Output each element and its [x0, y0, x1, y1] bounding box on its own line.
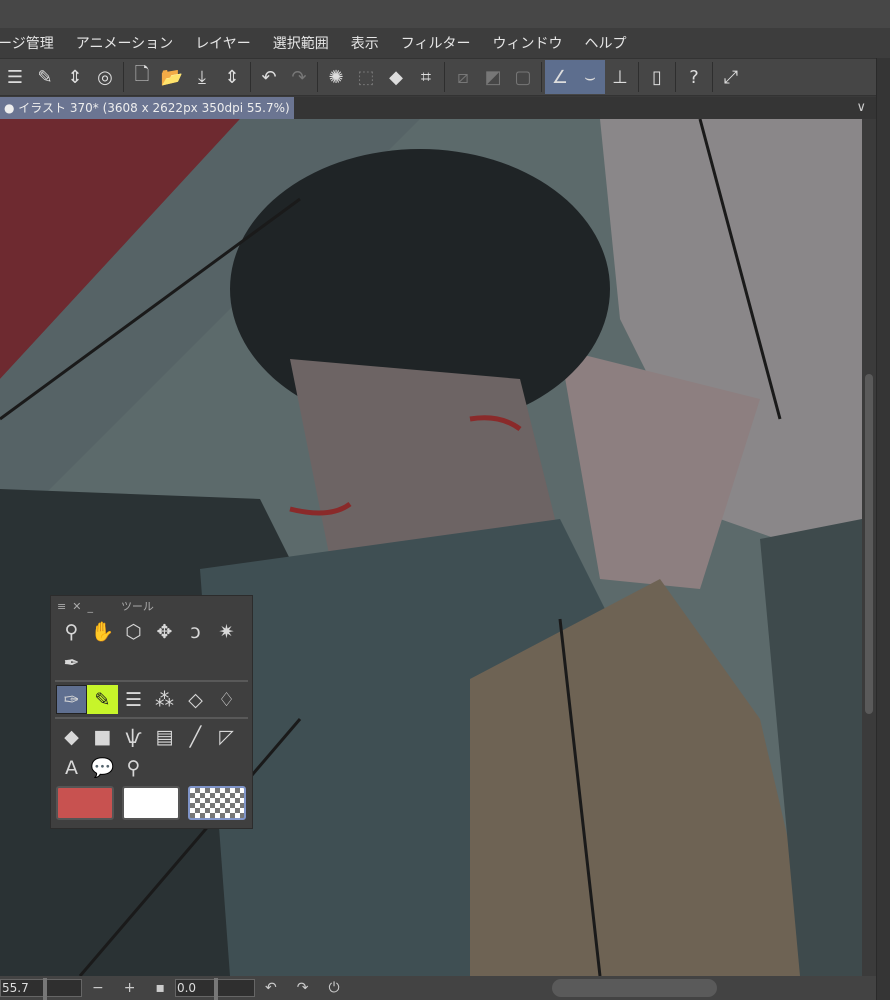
hand-tool-icon[interactable]: ✋	[87, 617, 118, 646]
edit-icon[interactable]: ✎	[30, 60, 60, 94]
selection-border-icon[interactable]: ▢	[508, 60, 538, 94]
illustration	[0, 119, 862, 976]
gradient-icon[interactable]: ■	[87, 722, 118, 751]
invert-selection-icon[interactable]: ◩	[478, 60, 508, 94]
menu-layer[interactable]: レイヤー	[195, 33, 251, 53]
up-down-icon[interactable]: ⇕	[60, 60, 90, 94]
zoom-slider-handle[interactable]	[43, 978, 47, 1000]
divider	[444, 62, 445, 92]
vertical-scrollbar[interactable]	[862, 119, 876, 976]
status-bar: 55.7 − + ▪ 0.0 ↶ ↷ ⏻	[0, 976, 876, 1000]
zoom-value: 55.7	[2, 981, 29, 995]
device-icon[interactable]: ▯	[642, 60, 672, 94]
zoom-in-icon[interactable]: +	[124, 980, 136, 996]
rotate-right-icon[interactable]: ↷	[297, 980, 309, 996]
rotation-field[interactable]: 0.0	[174, 978, 255, 1000]
ruler-snap-icon[interactable]: ∠	[545, 60, 575, 94]
lasso-tool-icon[interactable]: ↄ	[180, 617, 211, 646]
blend-icon[interactable]: ♢	[211, 685, 242, 714]
document-tab[interactable]: ● イラスト 370* (3608 x 2622px 350dpi 55.7%)	[0, 97, 294, 119]
command-bar: ☰ ✎ ⇕ ◎ 🗋 📂 ⤓ ⇕ ↶ ↷ ✺ ⬚ ◆ ⌗ ⧄ ◩ ▢ ∠ ⌣ ⊥ …	[0, 58, 876, 96]
swirl-icon[interactable]: ◎	[90, 60, 120, 94]
zoom-tool-icon[interactable]: ⚲	[56, 617, 87, 646]
zoom-out-icon[interactable]: −	[92, 980, 104, 996]
magic-wand-icon[interactable]: ✷	[211, 617, 242, 646]
up-down-icon[interactable]: ⇕	[217, 60, 247, 94]
undo-icon[interactable]: ↶	[254, 60, 284, 94]
move-tool-icon[interactable]: ✥	[149, 617, 180, 646]
menu-window[interactable]: ウィンドウ	[493, 33, 563, 53]
line-tool-icon[interactable]: ╱	[180, 722, 211, 751]
main-color-swatch[interactable]	[56, 786, 114, 820]
transform-icon[interactable]: ⌗	[411, 60, 441, 94]
fill-tool-icon[interactable]: ◆	[56, 722, 87, 751]
object-tool-icon[interactable]: ⬡	[118, 617, 149, 646]
eraser-icon[interactable]: ◇	[180, 685, 211, 714]
marker-tool-icon[interactable]: ✎	[87, 685, 118, 714]
menu-selection[interactable]: 選択範囲	[273, 33, 329, 53]
fullscreen-icon[interactable]: ⤢	[716, 60, 746, 94]
divider	[55, 717, 248, 719]
fill-icon[interactable]: ◆	[381, 60, 411, 94]
tab-bar: ● イラスト 370* (3608 x 2622px 350dpi 55.7%)…	[0, 97, 876, 119]
menu-bar: ージ管理 アニメーション レイヤー 選択範囲 表示 フィルター ウィンドウ ヘル…	[0, 28, 890, 58]
ruler-icon[interactable]: ◸	[211, 722, 242, 751]
title-strip	[0, 0, 890, 28]
close-icon[interactable]: ✕	[72, 600, 81, 613]
menu-help[interactable]: ヘルプ	[585, 33, 627, 53]
selection-icon[interactable]: ⬚	[351, 60, 381, 94]
tool-palette: ≡ ✕ _ ツール ⚲ ✋ ⬡ ✥ ↄ ✷ ✒ ✑ ✎ ☰ ⁂ ◇ ♢ ◆ ■ …	[50, 595, 253, 829]
right-panel-edge[interactable]	[876, 58, 890, 1000]
rotation-slider-handle[interactable]	[213, 978, 218, 1000]
redo-icon[interactable]: ↷	[284, 60, 314, 94]
zoom-field[interactable]: 55.7	[0, 978, 82, 1000]
chevron-down-icon[interactable]: ∨	[856, 97, 866, 119]
help-icon[interactable]: ?	[679, 60, 709, 94]
divider	[250, 62, 251, 92]
reset-rotation-icon[interactable]: ⏻	[328, 980, 339, 996]
correction-icon[interactable]: ⚲	[118, 753, 149, 782]
fit-icon[interactable]: ▪	[155, 980, 165, 996]
palette-title: ツール	[120, 600, 154, 613]
balloon-icon[interactable]: 💬	[87, 753, 118, 782]
airbrush-icon[interactable]: ⁂	[149, 685, 180, 714]
menu-page[interactable]: ージ管理	[0, 33, 54, 53]
scroll-thumb[interactable]	[865, 374, 873, 714]
divider	[675, 62, 676, 92]
menu-filter[interactable]: フィルター	[401, 33, 471, 53]
frame-icon[interactable]: ▤	[149, 722, 180, 751]
divider	[541, 62, 542, 92]
palette-header: ≡ ✕ _ ツール	[51, 596, 252, 616]
canvas[interactable]	[0, 119, 862, 976]
transparent-color-swatch[interactable]	[188, 786, 246, 820]
menu-view[interactable]: 表示	[351, 33, 379, 53]
rotate-left-icon[interactable]: ↶	[265, 980, 277, 996]
pen-tool-icon[interactable]: ✑	[56, 685, 87, 714]
pen-snap-icon[interactable]: ⊥	[605, 60, 635, 94]
horizontal-scrollbar[interactable]	[552, 979, 717, 997]
decoration-icon[interactable]: ѱ	[118, 722, 149, 751]
clear-selection-icon[interactable]: ⧄	[448, 60, 478, 94]
divider	[712, 62, 713, 92]
brush-lines-icon[interactable]: ☰	[118, 685, 149, 714]
menu-animation[interactable]: アニメーション	[76, 33, 173, 53]
divider	[55, 680, 248, 682]
brush-snap-icon[interactable]: ⌣	[575, 60, 605, 94]
text-tool-icon[interactable]: A	[56, 753, 87, 782]
sub-color-swatch[interactable]	[122, 786, 180, 820]
eyedropper-icon[interactable]: ✒	[56, 648, 87, 677]
menu-icon[interactable]: ≡	[57, 600, 66, 613]
menu-icon[interactable]: ☰	[0, 60, 30, 94]
loading-icon[interactable]: ✺	[321, 60, 351, 94]
rotation-value: 0.0	[176, 981, 197, 995]
divider	[317, 62, 318, 92]
minimize-icon[interactable]: _	[87, 600, 93, 613]
open-folder-icon[interactable]: 📂	[157, 60, 187, 94]
divider	[638, 62, 639, 92]
divider	[123, 62, 124, 92]
new-file-icon[interactable]: 🗋	[127, 60, 157, 94]
save-icon[interactable]: ⤓	[187, 60, 217, 94]
